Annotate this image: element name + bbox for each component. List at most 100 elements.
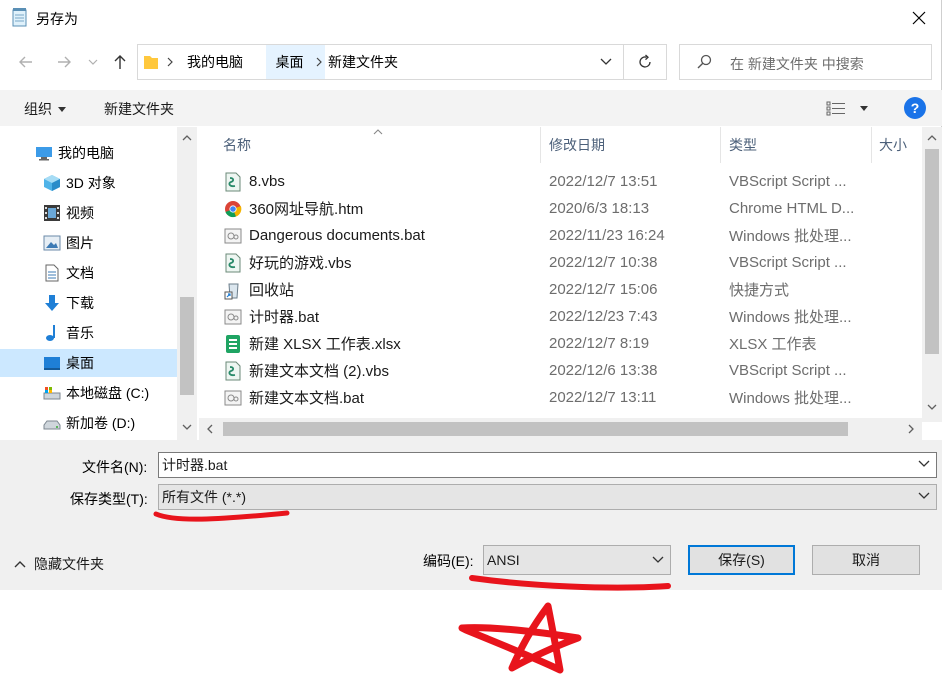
up-button[interactable]: [108, 50, 132, 74]
file-row[interactable]: 好玩的游戏.vbs 2022/12/7 10:38 VBScript Script …: [199, 249, 924, 276]
horizontal-scroll-thumb[interactable]: [223, 422, 848, 436]
new-folder-button[interactable]: 新建文件夹: [104, 99, 174, 119]
chevron-down-icon: [600, 58, 612, 65]
scroll-right-icon[interactable]: [908, 424, 914, 434]
sidebar-item-label: 3D 对象: [66, 175, 116, 191]
filetype-select[interactable]: 所有文件 (*.*): [158, 484, 937, 510]
encoding-label: 编码(E):: [423, 553, 474, 569]
search-placeholder: 在 新建文件夹 中搜索: [730, 56, 864, 72]
sidebar-item-label: 音乐: [66, 325, 94, 341]
file-name-cell: 计时器.bat: [223, 303, 539, 330]
change-view-button[interactable]: [826, 98, 874, 118]
scroll-down-icon[interactable]: [927, 404, 937, 410]
filename-input[interactable]: 计时器.bat: [158, 452, 937, 478]
sidebar-item-desktop[interactable]: 桌面: [0, 349, 178, 377]
sidebar-item-downloads[interactable]: 下载: [0, 289, 178, 317]
cancel-button[interactable]: 取消: [812, 545, 920, 575]
file-date: 2020/6/3 18:13: [549, 200, 650, 217]
file-name-cell: 好玩的游戏.vbs: [223, 249, 539, 276]
sidebar-item-music[interactable]: 音乐: [0, 319, 178, 347]
chevron-up-icon: [14, 561, 26, 568]
sidebar-item-pictures[interactable]: 图片: [0, 229, 178, 257]
video-icon: [42, 203, 62, 223]
file-type: VBScript Script ...: [729, 254, 847, 271]
back-button[interactable]: [14, 50, 38, 74]
document-icon: [42, 263, 62, 283]
file-row[interactable]: Dangerous documents.bat 2022/11/23 16:24 W…: [199, 222, 924, 249]
refresh-button[interactable]: [624, 44, 667, 80]
file-row[interactable]: 新建文本文档.bat 2022/12/7 13:11 Windows 批处理...: [199, 384, 924, 411]
sidebar-item-drive-d[interactable]: 新加卷 (D:): [0, 409, 178, 437]
picture-icon: [42, 233, 62, 253]
file-type: Windows 批处理...: [729, 390, 852, 407]
file-row[interactable]: 新建文本文档 (2).vbs 2022/12/6 13:38 VBScript Sc…: [199, 357, 924, 384]
sidebar-item-drive-c[interactable]: 本地磁盘 (C:): [0, 379, 178, 407]
column-divider[interactable]: [720, 127, 721, 163]
sidebar-item-videos[interactable]: 视频: [0, 199, 178, 227]
column-header-name[interactable]: 名称: [223, 127, 251, 163]
sidebar-scrollbar[interactable]: [177, 127, 197, 440]
file-row[interactable]: 回收站 2022/12/7 15:06 快捷方式: [199, 276, 924, 303]
file-date: 2022/12/7 15:06: [549, 281, 658, 298]
column-header-size[interactable]: 大小: [879, 127, 907, 163]
address-bar[interactable]: 我的电脑 桌面 新建文件夹: [137, 44, 624, 80]
bat-file-icon: [223, 226, 243, 246]
breadcrumb-separator-icon[interactable]: [166, 45, 174, 79]
file-date: 2022/11/23 16:24: [549, 227, 665, 244]
address-history-dropdown[interactable]: [591, 45, 621, 79]
file-row[interactable]: 计时器.bat 2022/12/23 7:43 Windows 批处理...: [199, 303, 924, 330]
sidebar-scroll-thumb[interactable]: [180, 297, 194, 395]
scroll-down-icon[interactable]: [182, 424, 192, 430]
hide-folders-button[interactable]: 隐藏文件夹: [14, 554, 104, 574]
file-name: Dangerous documents.bat: [249, 227, 425, 244]
file-list-horizontal-scrollbar[interactable]: [199, 418, 922, 440]
file-type: XLSX 工作表: [729, 336, 817, 353]
sidebar-item-my-computer[interactable]: 我的电脑: [0, 139, 178, 167]
computer-icon: [34, 143, 54, 163]
sidebar-item-label: 新加卷 (D:): [66, 415, 136, 431]
breadcrumb-new-folder[interactable]: 新建文件夹: [328, 45, 398, 79]
recent-locations-button[interactable]: [84, 50, 102, 74]
forward-button[interactable]: [52, 50, 76, 74]
sidebar-item-3d-objects[interactable]: 3D 对象: [0, 169, 178, 197]
file-list-vertical-scrollbar[interactable]: [922, 127, 942, 422]
close-icon: [912, 11, 926, 25]
search-input[interactable]: 在 新建文件夹 中搜索: [679, 44, 932, 80]
breadcrumb-separator-icon[interactable]: [313, 45, 325, 79]
encoding-select[interactable]: ANSI: [483, 545, 671, 575]
save-options-panel: 文件名(N): 计时器.bat 保存类型(T): 所有文件 (*.*) 隐藏文件…: [0, 440, 942, 590]
breadcrumb-my-computer[interactable]: 我的电脑: [184, 45, 246, 79]
bat-file-icon: [223, 388, 243, 408]
file-name-cell: 回收站: [223, 276, 539, 303]
column-divider[interactable]: [540, 127, 541, 163]
drive-icon: [42, 413, 62, 433]
vertical-scroll-thumb[interactable]: [925, 149, 939, 354]
column-header-date[interactable]: 修改日期: [549, 127, 605, 163]
scroll-up-icon[interactable]: [182, 135, 192, 141]
save-button[interactable]: 保存(S): [688, 545, 795, 575]
window-title: 另存为: [36, 11, 78, 27]
organize-menu[interactable]: 组织: [24, 99, 66, 119]
arrow-left-icon: [19, 56, 32, 68]
search-icon: [697, 54, 712, 69]
filetype-label: 保存类型(T):: [70, 491, 148, 507]
breadcrumb-desktop[interactable]: 桌面: [266, 45, 313, 79]
star-drawing-mark: [458, 602, 582, 674]
navigation-bar: 我的电脑 桌面 新建文件夹 在 新建文件夹 中搜索: [0, 42, 942, 82]
sidebar-item-documents[interactable]: 文档: [0, 259, 178, 287]
help-icon[interactable]: ?: [904, 97, 926, 119]
scroll-up-icon[interactable]: [927, 135, 937, 141]
organize-label: 组织: [24, 101, 52, 117]
file-list: 名称 修改日期 类型 大小 8.vbs 2022/12/7 13:51 VBScri…: [199, 127, 942, 440]
file-name: 新建文本文档 (2).vbs: [249, 363, 390, 380]
chevron-down-icon[interactable]: [918, 460, 930, 468]
column-divider[interactable]: [871, 127, 872, 163]
close-button[interactable]: [896, 0, 942, 36]
sort-ascending-icon: [373, 129, 383, 135]
file-row[interactable]: 新建 XLSX 工作表.xlsx 2022/12/7 8:19 XLSX 工作表: [199, 330, 924, 357]
scroll-left-icon[interactable]: [207, 424, 213, 434]
column-header-type[interactable]: 类型: [729, 127, 757, 163]
file-row[interactable]: 8.vbs 2022/12/7 13:51 VBScript Script ...: [199, 168, 924, 195]
file-name: 8.vbs: [249, 173, 285, 190]
file-row[interactable]: 360网址导航.htm 2020/6/3 18:13 Chrome HTML D..…: [199, 195, 924, 222]
